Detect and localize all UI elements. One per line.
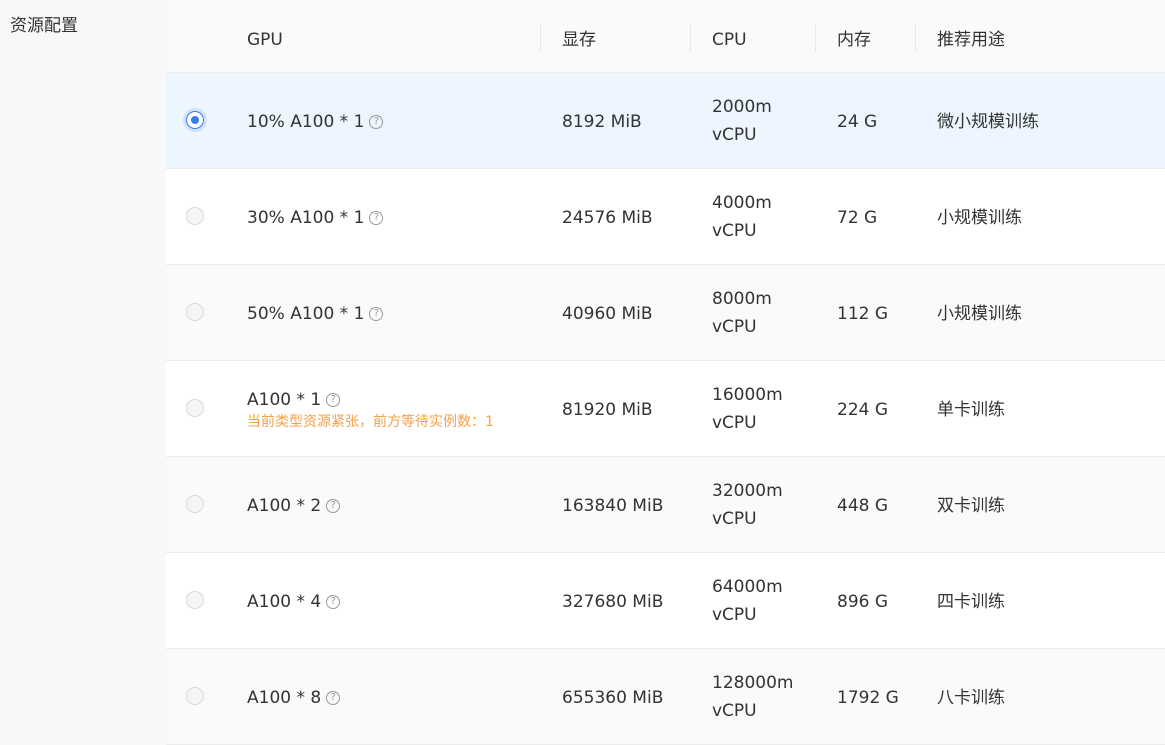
cpu-value: 64000m xyxy=(712,577,783,597)
gpu-spec: 10% A100 * 1 xyxy=(247,112,365,132)
cpu-cell: 2000m vCPU xyxy=(712,93,772,149)
mem-cell: 24 G xyxy=(837,112,878,132)
row-radio[interactable] xyxy=(186,111,204,129)
question-circle-icon[interactable]: ? xyxy=(326,691,341,705)
column-header-use: 推荐用途 xyxy=(937,30,1005,50)
table-body: 10% A100 * 1 ? 8192 MiB 2000m vCPU 24 G … xyxy=(166,73,1165,745)
vram-cell: 8192 MiB xyxy=(562,112,642,132)
cpu-unit: vCPU xyxy=(712,509,757,529)
cpu-cell: 8000m vCPU xyxy=(712,285,772,341)
cpu-cell: 16000m vCPU xyxy=(712,381,783,437)
mem-cell: 224 G xyxy=(837,400,889,420)
resource-table: GPU 显存 CPU 内存 推荐用途 10% A100 * 1 ? 8192 M… xyxy=(166,0,1165,745)
gpu-cell: 30% A100 * 1 ? xyxy=(247,207,384,229)
gpu-cell: A100 * 2 ? xyxy=(247,495,341,517)
row-radio[interactable] xyxy=(186,303,204,321)
gpu-spec: A100 * 2 xyxy=(247,496,322,516)
use-cell: 小规模训练 xyxy=(937,304,1022,324)
gpu-cell: 50% A100 * 1 ? xyxy=(247,303,384,325)
vram-cell: 327680 MiB xyxy=(562,592,664,612)
mem-cell: 112 G xyxy=(837,304,889,324)
cpu-cell: 32000m vCPU xyxy=(712,477,783,533)
column-divider xyxy=(815,24,816,52)
table-row[interactable]: A100 * 2 ? 163840 MiB 32000m vCPU 448 G … xyxy=(166,457,1165,553)
question-circle-icon[interactable]: ? xyxy=(369,307,384,321)
column-header-mem: 内存 xyxy=(837,30,871,50)
mem-cell: 448 G xyxy=(837,496,889,516)
cpu-unit: vCPU xyxy=(712,605,757,625)
table-row[interactable]: A100 * 4 ? 327680 MiB 64000m vCPU 896 G … xyxy=(166,553,1165,649)
row-radio[interactable] xyxy=(186,687,204,705)
use-cell: 四卡训练 xyxy=(937,592,1005,612)
row-radio[interactable] xyxy=(186,495,204,513)
table-row[interactable]: 50% A100 * 1 ? 40960 MiB 8000m vCPU 112 … xyxy=(166,265,1165,361)
gpu-spec: A100 * 1 xyxy=(247,390,322,410)
table-row[interactable]: A100 * 8 ? 655360 MiB 128000m vCPU 1792 … xyxy=(166,649,1165,745)
column-divider xyxy=(690,24,691,52)
vram-cell: 655360 MiB xyxy=(562,688,664,708)
use-cell: 八卡训练 xyxy=(937,688,1005,708)
column-header-gpu: GPU xyxy=(247,30,283,50)
mem-cell: 896 G xyxy=(837,592,889,612)
gpu-spec: A100 * 8 xyxy=(247,688,322,708)
row-radio[interactable] xyxy=(186,399,204,417)
gpu-spec: A100 * 4 xyxy=(247,592,322,612)
gpu-cell: A100 * 1 ? 当前类型资源紧张，前方等待实例数：1 xyxy=(247,389,494,431)
gpu-spec: 50% A100 * 1 xyxy=(247,304,365,324)
use-cell: 小规模训练 xyxy=(937,208,1022,228)
cpu-value: 16000m xyxy=(712,385,783,405)
cpu-cell: 64000m vCPU xyxy=(712,573,783,629)
column-divider xyxy=(540,24,541,52)
gpu-cell: A100 * 4 ? xyxy=(247,591,341,613)
mem-cell: 1792 G xyxy=(837,688,899,708)
use-cell: 单卡训练 xyxy=(937,400,1005,420)
cpu-value: 8000m xyxy=(712,289,772,309)
vram-cell: 24576 MiB xyxy=(562,208,653,228)
cpu-value: 4000m xyxy=(712,193,772,213)
cpu-cell: 4000m vCPU xyxy=(712,189,772,245)
table-header: GPU 显存 CPU 内存 推荐用途 xyxy=(166,0,1165,73)
mem-cell: 72 G xyxy=(837,208,878,228)
question-circle-icon[interactable]: ? xyxy=(369,115,384,129)
cpu-unit: vCPU xyxy=(712,701,757,721)
use-cell: 微小规模训练 xyxy=(937,112,1039,132)
vram-cell: 81920 MiB xyxy=(562,400,653,420)
question-circle-icon[interactable]: ? xyxy=(326,499,341,513)
row-radio[interactable] xyxy=(186,591,204,609)
question-circle-icon[interactable]: ? xyxy=(326,595,341,609)
vram-cell: 163840 MiB xyxy=(562,496,664,516)
section-label: 资源配置 xyxy=(10,16,78,36)
question-circle-icon[interactable]: ? xyxy=(326,393,341,407)
cpu-cell: 128000m vCPU xyxy=(712,669,793,725)
vram-cell: 40960 MiB xyxy=(562,304,653,324)
cpu-unit: vCPU xyxy=(712,413,757,433)
cpu-value: 128000m xyxy=(712,673,794,693)
cpu-unit: vCPU xyxy=(712,125,757,145)
gpu-cell: A100 * 8 ? xyxy=(247,687,341,709)
table-row[interactable]: 10% A100 * 1 ? 8192 MiB 2000m vCPU 24 G … xyxy=(166,73,1165,169)
queue-warning: 当前类型资源紧张，前方等待实例数：1 xyxy=(247,414,494,430)
cpu-unit: vCPU xyxy=(712,221,757,241)
cpu-value: 2000m xyxy=(712,97,772,117)
column-header-cpu: CPU xyxy=(712,30,747,50)
row-radio[interactable] xyxy=(186,207,204,225)
cpu-value: 32000m xyxy=(712,481,783,501)
cpu-unit: vCPU xyxy=(712,317,757,337)
question-circle-icon[interactable]: ? xyxy=(369,211,384,225)
gpu-spec: 30% A100 * 1 xyxy=(247,208,365,228)
column-divider xyxy=(915,24,916,52)
resource-config-page: 资源配置 GPU 显存 CPU 内存 推荐用途 10% A100 * 1 ? 8… xyxy=(0,0,1165,745)
table-row[interactable]: A100 * 1 ? 当前类型资源紧张，前方等待实例数：1 81920 MiB … xyxy=(166,361,1165,457)
table-row[interactable]: 30% A100 * 1 ? 24576 MiB 4000m vCPU 72 G… xyxy=(166,169,1165,265)
gpu-cell: 10% A100 * 1 ? xyxy=(247,111,384,133)
use-cell: 双卡训练 xyxy=(937,496,1005,516)
column-header-vram: 显存 xyxy=(562,30,596,50)
